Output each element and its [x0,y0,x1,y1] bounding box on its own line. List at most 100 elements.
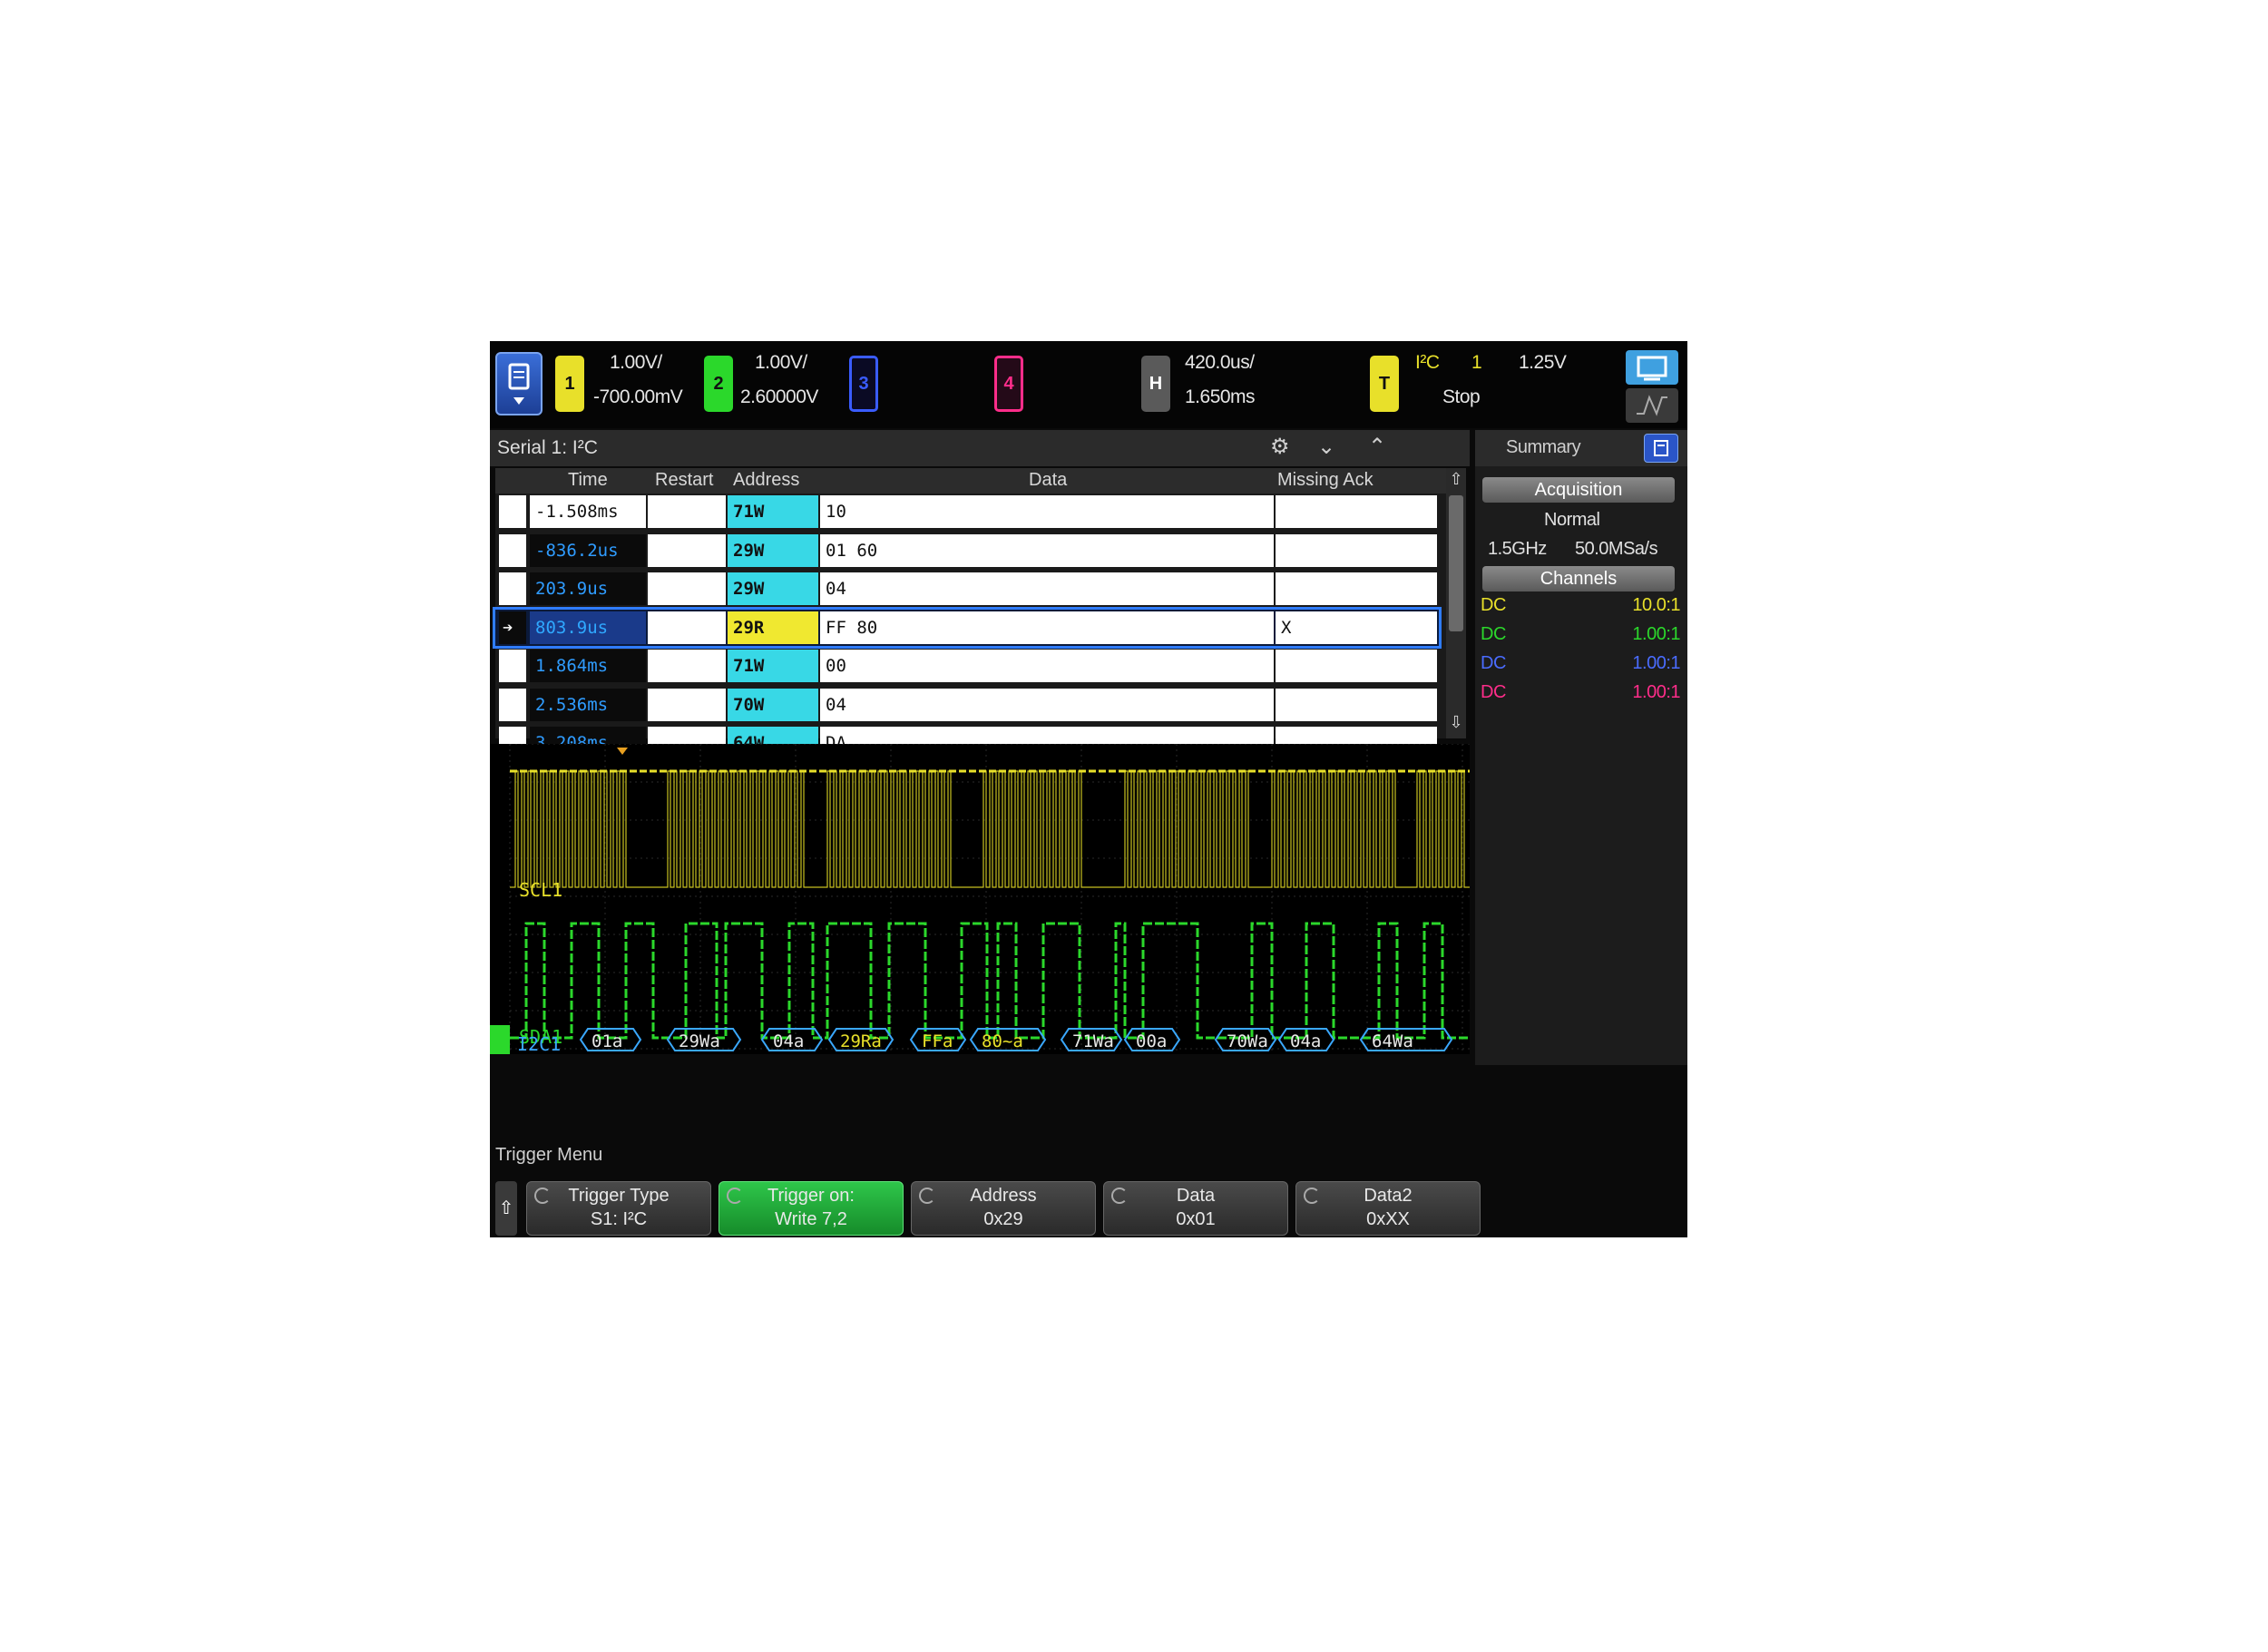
softkey-value: 0xXX [1366,1209,1410,1229]
channel-probe-ratio: 10.0:1 [1632,595,1680,615]
channel-coupling: DC [1481,624,1506,644]
channel-2-button[interactable]: 2 [704,356,733,412]
missing-ack-cell [1276,572,1437,605]
table-row[interactable]: -836.2us 29W 01 60 [495,533,1439,569]
waveform-plot: SCL1 SDA1 I2C1 01a 29Wa 04a 29Ra FFa 80~a 71Wa… [490,743,1470,1055]
selected-row-arrow-icon: ➔ [499,611,526,644]
table-row[interactable]: 203.9us 29W 04 [495,571,1439,607]
channel-probe-ratio: 1.00:1 [1632,682,1680,702]
acquisition-button[interactable]: Acquisition [1482,477,1675,503]
channel-coupling: DC [1481,595,1506,615]
channels-button[interactable]: Channels [1482,566,1675,591]
softkey-label: Address [970,1186,1037,1206]
softkey-data[interactable]: Data 0x01 [1103,1181,1288,1236]
serial-decode-header: Serial 1: I²C ⚙ ⌄ ⌃ [490,430,1470,466]
table-row[interactable]: ➔ 803.9us 29R FF 80 X [493,606,1442,649]
scroll-thumb[interactable] [1449,495,1463,631]
column-data[interactable]: Data [1029,470,1067,491]
softkey-label: Data2 [1364,1186,1413,1206]
column-address[interactable]: Address [733,470,799,491]
menu-title: Trigger Menu [495,1145,603,1165]
restart-cell [648,572,726,605]
missing-ack-cell [1276,688,1437,721]
column-time[interactable]: Time [568,470,608,491]
sda-waveform [510,922,1470,1040]
serial-lister-table: Time Restart Address Data Missing Ack -1… [493,468,1466,759]
channel-3-button[interactable]: 3 [849,356,878,412]
softkey-trigger-on[interactable]: Trigger on: Write 7,2 [719,1181,904,1236]
softkey-value: Write 7,2 [775,1209,847,1229]
settings-icon[interactable]: ⚙ [1270,434,1290,460]
softkey-value: 0x01 [1176,1209,1216,1229]
main-menu-button[interactable] [495,352,543,415]
softkey-label: Data [1176,1186,1216,1206]
table-row[interactable]: 1.864ms 71W 00 [495,648,1439,684]
channel-1-scale: 1.00V/ [610,352,662,373]
channel-1-label: 1 [564,373,575,394]
missing-ack-cell [1276,495,1437,528]
decode-packet-label: 80~a [982,1031,1023,1051]
scl-trace [510,769,1470,888]
decode-packet-label: 01a [591,1031,622,1051]
channel-probe-ratio: 1.00:1 [1632,653,1680,673]
scroll-down-icon[interactable]: ⇩ [1448,713,1464,733]
address-cell: 70W [728,688,818,721]
data-cell: 04 [820,572,1274,605]
data-cell: 01 60 [820,533,1274,567]
restart-cell [648,688,726,721]
table-row[interactable]: -1.508ms 71W 10 [495,494,1439,530]
scl-waveform [510,770,1470,888]
table-scrollbar[interactable]: ⇧ ⇩ [1446,468,1466,738]
panel-select-button[interactable] [1644,434,1678,463]
channel-coupling: DC [1481,682,1506,702]
expand-down-icon[interactable]: ⌄ [1317,434,1335,460]
scl-label: SCL1 [519,879,562,901]
restart-cell [648,611,726,644]
row-selector [499,688,526,721]
decode-packet-label: FFa [922,1031,953,1051]
summary-tab[interactable]: Summary [1506,437,1581,458]
trigger-level: 1.25V [1519,352,1567,373]
decode-label: I2C1 [517,1033,561,1055]
channel-4-button[interactable]: 4 [994,356,1023,412]
sda-trace [510,922,1470,1040]
trigger-button[interactable]: T [1370,356,1399,412]
missing-ack-cell [1276,533,1437,567]
time-cell: 2.536ms [530,688,646,721]
data-cell: FF 80 [820,611,1274,644]
restart-cell [648,533,726,567]
sda-ground-marker [490,1025,510,1054]
display-mode-button[interactable] [1626,350,1678,385]
scroll-up-icon[interactable]: ⇧ [1448,470,1464,490]
summary-tab-bar: Summary [1475,430,1687,466]
time-cell: 203.9us [530,572,646,605]
timebase-value: 420.0us/ [1185,352,1255,373]
decode-packet-label: 00a [1136,1031,1167,1051]
run-status: Stop [1442,386,1481,407]
column-missing-ack[interactable]: Missing Ack [1277,470,1374,491]
softkey-data2[interactable]: Data2 0xXX [1295,1181,1481,1236]
softkey-label: Trigger Type [568,1186,670,1206]
trigger-position-marker [617,748,628,755]
softkey-address[interactable]: Address 0x29 [911,1181,1096,1236]
column-restart[interactable]: Restart [655,470,713,491]
missing-ack-cell: X [1276,611,1437,644]
decode-packet-label: 71Wa [1072,1031,1114,1051]
measure-button[interactable] [1626,388,1678,423]
restart-cell [648,650,726,682]
waveform-display[interactable]: SCL1 SDA1 I2C1 01a 29Wa 04a 29Ra FFa 80~a 71Wa… [490,743,1470,1065]
address-cell: 29W [728,572,818,605]
decode-packet-label: 29Wa [679,1031,720,1051]
data-cell: 04 [820,688,1274,721]
channel-2-scale: 1.00V/ [755,352,807,373]
table-row[interactable]: 2.536ms 70W 04 [495,687,1439,723]
acquisition-mode: Normal [1544,510,1600,530]
horizontal-button[interactable]: H [1141,356,1170,412]
softkey-label: Trigger on: [767,1186,855,1206]
oscilloscope-display: 1 1.00V/ -700.00mV 2 1.00V/ 2.60000V 3 4… [490,341,1687,1237]
status-bar: 1 1.00V/ -700.00mV 2 1.00V/ 2.60000V 3 4… [490,341,1687,428]
collapse-up-icon[interactable]: ⌃ [1368,434,1386,460]
channel-1-button[interactable]: 1 [555,356,584,412]
menu-back-button[interactable]: ⇧ [495,1181,517,1236]
softkey-trigger-type[interactable]: Trigger Type S1: I²C [526,1181,711,1236]
